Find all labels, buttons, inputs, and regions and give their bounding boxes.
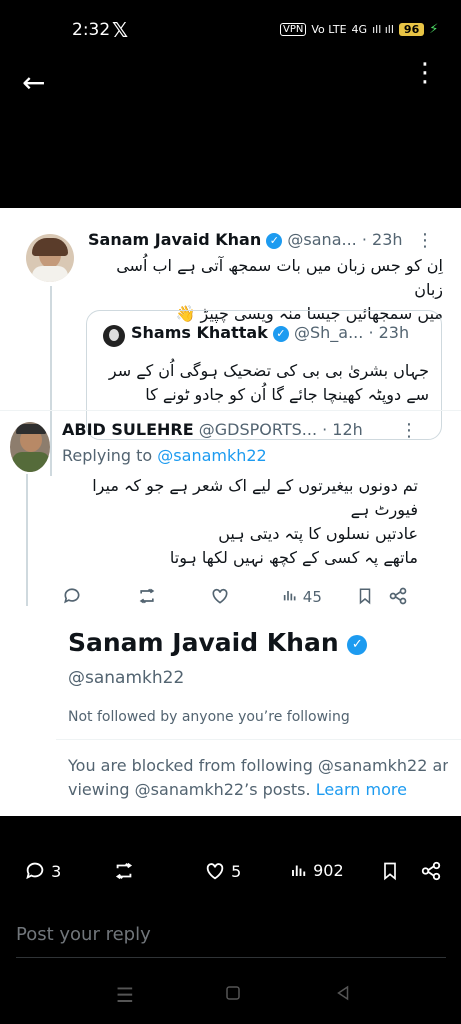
reply-icon[interactable]: [62, 586, 82, 610]
battery-icon: 96: [398, 23, 425, 36]
author-handle[interactable]: @sana...: [287, 230, 356, 249]
network-icon: 4G: [351, 23, 368, 36]
tweet-text-line: اِن کو جس زبان میں بات سمجھ آتی ہے اب اُ…: [116, 256, 443, 299]
tweet-card: Sanam Javaid Khan ✓ @sana... · 23h ⋮ اِن…: [0, 208, 461, 816]
profile-handle: @sanamkh22: [68, 668, 185, 688]
charging-icon: ⚡: [429, 22, 439, 37]
verified-badge-icon: ✓: [272, 326, 289, 342]
reply-text-line: فیورٹ ہے: [350, 500, 418, 519]
system-nav-bar: ☰: [0, 975, 461, 1015]
reply-more-icon[interactable]: ⋮: [400, 420, 418, 441]
thread-line: [26, 474, 28, 606]
divider: [0, 410, 461, 411]
reply-avatar[interactable]: [10, 422, 50, 472]
status-time: 2:32: [72, 20, 111, 40]
status-bar: 2:32 𝕏 VPN Vo LTE 4G ıll ıll 96 ⚡: [0, 0, 461, 60]
quoted-author-name: Shams Khattak: [131, 323, 268, 342]
quoted-tweet-time: · 23h: [368, 323, 410, 342]
back-nav-icon[interactable]: [334, 983, 352, 1007]
tweet-header: Sanam Javaid Khan ✓ @sana... · 23h: [88, 230, 408, 249]
profile-name-row: Sanam Javaid Khan ✓: [68, 628, 368, 657]
reply-tweet-time: · 12h: [322, 420, 363, 439]
system-indicators: VPN Vo LTE 4G ıll ıll 96 ⚡: [280, 22, 438, 37]
quoted-text-line: جہاں بشریٰ بی بی کی تضحیک ہوگی اُن کے سر: [108, 361, 429, 380]
reply-text-line: عادتیں نسلوں کا پتہ دیتی ہیں: [218, 524, 418, 543]
reply-text: تم دونوں بیغیرتوں کے لیے اک شعر ہے جو کہ…: [62, 474, 418, 570]
verified-badge-icon: ✓: [347, 635, 368, 655]
likes-stat[interactable]: 5: [204, 860, 241, 882]
reply-text-line: تم دونوں بیغیرتوں کے لیے اک شعر ہے جو کہ…: [92, 476, 418, 495]
back-arrow-icon[interactable]: ←: [22, 66, 45, 99]
blocked-text-line: You are blocked from following @sanamkh2…: [68, 756, 448, 775]
reply-author-name[interactable]: ABID SULEHRE: [62, 420, 194, 439]
views-stat[interactable]: 45: [282, 586, 322, 606]
repost-icon[interactable]: [112, 860, 136, 886]
blocked-notice: You are blocked from following @sanamkh2…: [68, 754, 448, 802]
reply-author-handle[interactable]: @GDSPORTS...: [199, 420, 317, 439]
home-icon[interactable]: [224, 983, 242, 1007]
x-logo-icon: 𝕏: [112, 18, 129, 42]
reply-input[interactable]: Post your reply: [16, 924, 446, 958]
replying-to-handle[interactable]: @sanamkh22: [157, 446, 266, 465]
replying-to: Replying to @sanamkh22: [62, 446, 267, 465]
vpn-icon: VPN: [280, 23, 307, 36]
tweet-more-icon[interactable]: ⋮: [416, 230, 434, 251]
main-tweet-actions: 3 5 902: [0, 860, 461, 890]
views-count: 902: [313, 861, 344, 880]
blocked-text-line: viewing @sanamkh22’s posts.: [68, 780, 311, 799]
reply-header: ABID SULEHRE @GDSPORTS... · 12h: [62, 420, 402, 439]
quoted-header: Shams Khattak ✓ @Sh_a... · 23h: [131, 323, 431, 342]
learn-more-link[interactable]: Learn more: [316, 780, 407, 799]
more-options-icon[interactable]: ⋮: [412, 60, 438, 86]
avatar[interactable]: [26, 234, 74, 282]
repost-icon[interactable]: [136, 586, 158, 610]
divider: [56, 739, 461, 740]
likes-count: 5: [231, 862, 242, 881]
profile-name: Sanam Javaid Khan: [68, 628, 339, 657]
quoted-avatar: [103, 325, 125, 347]
share-icon[interactable]: [420, 860, 442, 886]
signal-icon: ıll ıll: [372, 23, 394, 36]
bookmark-icon[interactable]: [380, 860, 400, 886]
views-stat[interactable]: 902: [290, 860, 344, 880]
views-count: 45: [302, 588, 322, 606]
reply-text-line: ماتھے پہ کسی کے کچھ نہیں لکھا ہوتا: [169, 548, 418, 567]
replies-stat[interactable]: 3: [24, 860, 61, 882]
bookmark-icon[interactable]: [356, 586, 374, 610]
share-icon[interactable]: [388, 586, 408, 610]
recent-apps-icon[interactable]: ☰: [116, 983, 134, 1007]
volte-icon: Vo LTE: [311, 23, 347, 36]
quoted-text: جہاں بشریٰ بی بی کی تضحیک ہوگی اُن کے سر…: [99, 359, 429, 407]
like-icon[interactable]: [210, 586, 230, 610]
tweet-time: · 23h: [361, 230, 403, 249]
reply-actions: 45: [62, 586, 422, 610]
replying-to-label: Replying to: [62, 446, 153, 465]
followed-by-text: Not followed by anyone you’re following: [68, 709, 350, 725]
top-bar: ← ⋮: [0, 60, 461, 110]
quoted-text-line: سے دوپٹہ کھینچا جائے گا اُن کو جادو ٹونے…: [145, 385, 429, 404]
verified-badge-icon: ✓: [266, 233, 283, 249]
quoted-author-handle: @Sh_a...: [293, 323, 364, 342]
thread-line: [50, 286, 52, 476]
replies-count: 3: [51, 862, 62, 881]
author-name[interactable]: Sanam Javaid Khan: [88, 230, 261, 249]
